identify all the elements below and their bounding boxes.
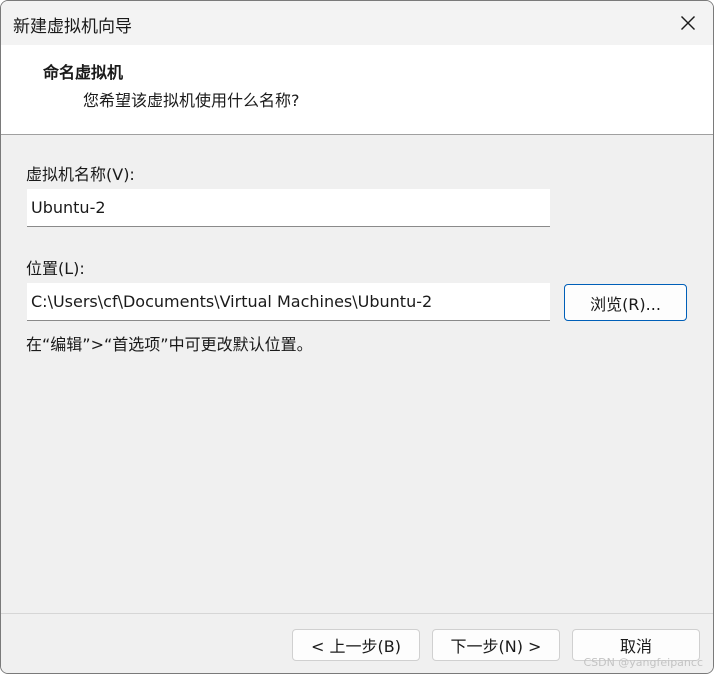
close-icon — [681, 16, 695, 30]
page-title: 命名虚拟机 — [43, 63, 124, 82]
watermark-text: CSDN @yangfeipancc — [583, 656, 703, 669]
wizard-body: 虚拟机名称(V): 位置(L): 浏览(R)... 在“编辑”>“首选项”中可更… — [1, 135, 713, 613]
location-label: 位置(L): — [26, 259, 85, 278]
back-button[interactable]: < 上一步(B) — [292, 629, 420, 661]
page-subtitle: 您希望该虚拟机使用什么名称? — [83, 91, 300, 110]
wizard-header: 命名虚拟机 您希望该虚拟机使用什么名称? — [1, 45, 713, 135]
new-vm-wizard-dialog: 新建虚拟机向导 命名虚拟机 您希望该虚拟机使用什么名称? 虚拟机名称(V): 位… — [0, 0, 714, 674]
default-location-hint: 在“编辑”>“首选项”中可更改默认位置。 — [26, 335, 313, 354]
next-button[interactable]: 下一步(N) > — [432, 629, 560, 661]
location-input[interactable] — [27, 283, 550, 321]
title-bar: 新建虚拟机向导 — [1, 1, 713, 45]
window-title: 新建虚拟机向导 — [13, 17, 132, 37]
browse-button[interactable]: 浏览(R)... — [564, 284, 687, 321]
vm-name-label: 虚拟机名称(V): — [26, 165, 135, 184]
close-button[interactable] — [663, 1, 713, 45]
vm-name-input[interactable] — [27, 189, 550, 227]
